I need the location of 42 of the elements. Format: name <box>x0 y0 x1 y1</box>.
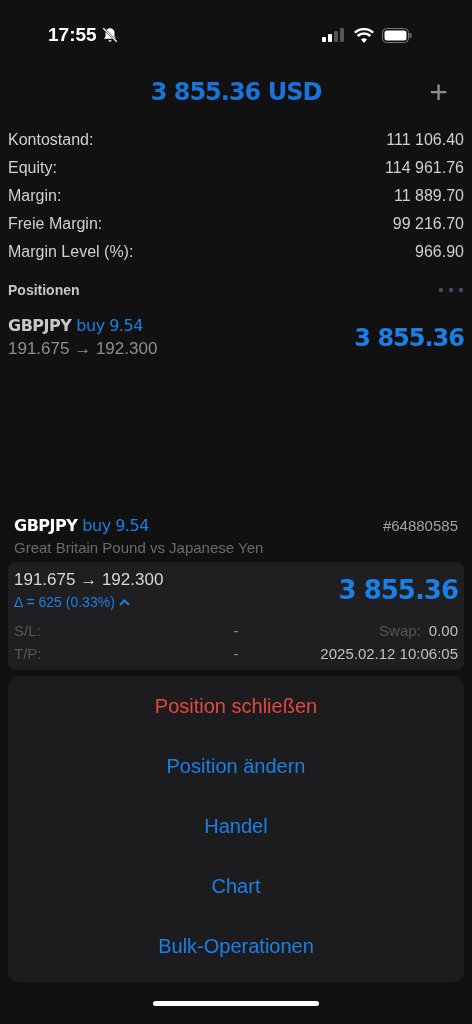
account-label: Margin Level (%): <box>8 243 134 261</box>
account-label: Margin: <box>8 187 62 205</box>
detail-profit: 3 855.36 <box>338 575 458 605</box>
detail-prices: 191.675 → 192.300 <box>14 570 164 590</box>
chevron-up-icon <box>118 598 130 606</box>
more-icon[interactable] <box>438 287 464 293</box>
ticket-number: #64880585 <box>382 517 458 534</box>
action-item[interactable]: Bulk-Operationen <box>8 916 464 976</box>
signal-icon <box>322 28 346 42</box>
account-label: Equity: <box>8 159 57 177</box>
account-value: 111 106.40 <box>386 131 464 149</box>
wifi-icon <box>354 27 374 43</box>
tp-label: T/P: <box>14 645 43 662</box>
action-item[interactable]: Chart <box>8 856 464 916</box>
section-title: Positionen <box>8 282 80 298</box>
account-value: 11 889.70 <box>394 187 464 205</box>
swap-label: Swap: <box>379 622 421 639</box>
action-item[interactable]: Position ändern <box>8 736 464 796</box>
position-profit: 3 855.36 <box>354 323 464 352</box>
sl-label: S/L: <box>14 622 42 639</box>
equity-title: 3 855.36 USD <box>150 78 322 106</box>
battery-icon <box>382 27 412 43</box>
account-value: 114 961.76 <box>385 159 464 177</box>
account-value: 966.90 <box>415 243 464 261</box>
action-item[interactable]: Position schließen <box>8 676 464 736</box>
position-prices: 191.675 → 192.300 <box>8 339 158 359</box>
account-value: 99 216.70 <box>392 215 464 233</box>
position-symbol: GBPJPY <box>8 316 72 335</box>
add-button[interactable]: + <box>425 74 452 110</box>
price-delta: Δ = 625 (0.33%) <box>14 594 115 610</box>
account-label: Kontostand: <box>8 131 94 149</box>
symbol-description: Great Britain Pound vs Japanese Yen <box>14 539 265 556</box>
detail-side: buy 9.54 <box>82 516 149 535</box>
tp-value: - <box>233 645 239 662</box>
position-side: buy 9.54 <box>76 316 143 335</box>
detail-symbol: GBPJPY <box>14 516 78 535</box>
swap-value: 0.00 <box>428 622 458 639</box>
account-label: Freie Margin: <box>8 215 103 233</box>
action-item[interactable]: Handel <box>8 796 464 856</box>
status-time: 17:55 <box>48 24 97 46</box>
sl-value: - <box>233 622 239 639</box>
open-time: 2025.02.12 10:06:05 <box>320 645 458 662</box>
